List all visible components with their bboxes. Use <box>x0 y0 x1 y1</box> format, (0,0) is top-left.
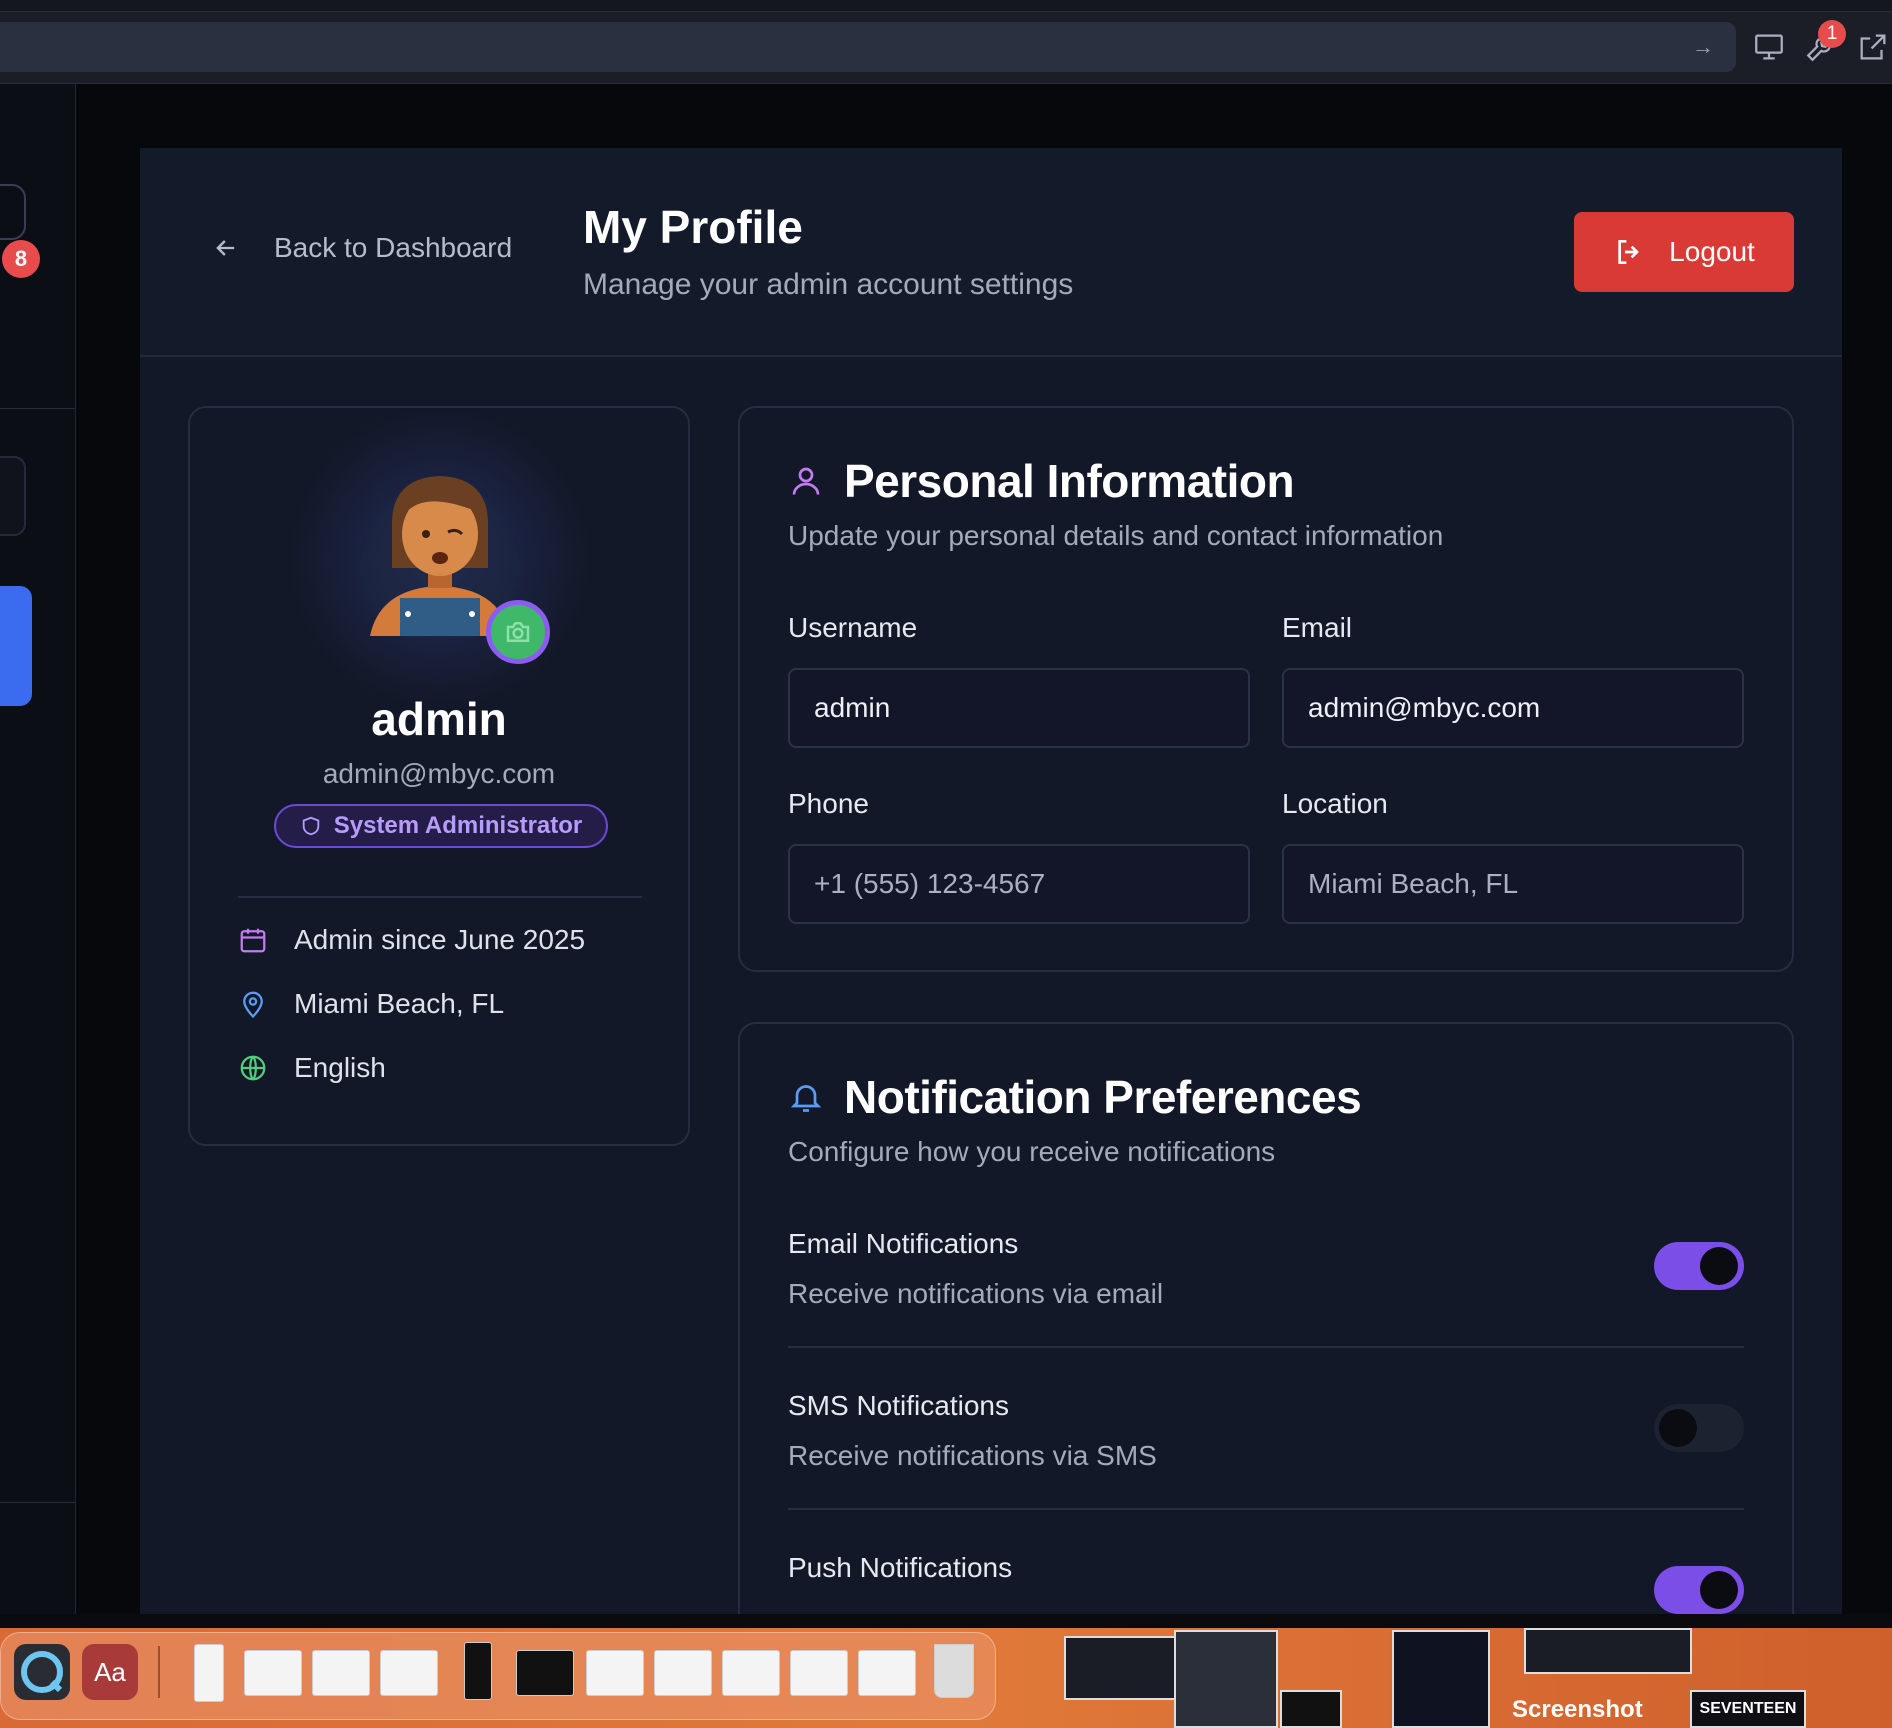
screenshot-file-label[interactable]: Screenshot <box>1512 1696 1643 1724</box>
role-badge: System Administrator <box>274 804 608 848</box>
preview-window-icon[interactable] <box>516 1650 574 1696</box>
document-preview-icon[interactable] <box>586 1650 644 1696</box>
monitor-icon[interactable] <box>1752 30 1786 64</box>
folder-thumbnail-icon[interactable] <box>244 1650 302 1696</box>
username-label: Username <box>788 612 918 643</box>
sms-notifications-toggle[interactable] <box>1654 1404 1744 1452</box>
profile-page: Back to Dashboard My Profile Manage your… <box>140 148 1842 1614</box>
sidebar-item-notifications[interactable] <box>0 184 26 240</box>
sidebar-divider <box>0 408 76 409</box>
back-to-dashboard-link[interactable]: Back to Dashboard <box>212 232 512 264</box>
sms-notifications-title: SMS Notifications <box>788 1390 1009 1421</box>
folder-thumbnail-icon[interactable] <box>312 1650 370 1696</box>
page-subtitle: Manage your admin account settings <box>583 268 1074 301</box>
profile-name: admin <box>371 693 507 745</box>
personal-info-card: Personal Information Update your persona… <box>738 406 1794 972</box>
external-link-icon[interactable] <box>1856 30 1890 64</box>
desktop-screenshot-thumbnail[interactable] <box>1280 1690 1342 1728</box>
shield-icon <box>302 816 319 836</box>
language-text: English <box>294 1052 386 1083</box>
location-row: Miami Beach, FL <box>238 988 504 1020</box>
email-notifications-toggle[interactable] <box>1654 1242 1744 1290</box>
desktop-screenshot-thumbnail[interactable] <box>1064 1636 1184 1700</box>
desktop-screenshot-thumbnail[interactable]: SEVENTEEN <box>1690 1690 1806 1728</box>
email-input[interactable] <box>1282 668 1744 748</box>
notification-divider <box>788 1346 1744 1348</box>
desktop-screenshot-thumbnail[interactable] <box>1174 1630 1278 1728</box>
document-icon[interactable] <box>194 1644 224 1702</box>
camera-icon <box>506 622 530 642</box>
admin-since-row: Admin since June 2025 <box>238 924 585 956</box>
notification-title: Notification Preferences <box>844 1071 1362 1123</box>
document-preview-icon[interactable] <box>790 1650 848 1696</box>
sidebar-divider <box>0 1502 76 1503</box>
language-row: English <box>238 1052 386 1084</box>
profile-card: admin admin@mbyc.com System Administrato… <box>188 406 690 1146</box>
app-sidebar: 8 <box>0 84 76 1614</box>
phone-input[interactable] <box>788 844 1250 924</box>
globe-icon <box>240 1055 266 1081</box>
personal-info-header: Personal Information <box>788 454 1295 508</box>
arrow-right-icon[interactable]: → <box>1692 34 1714 60</box>
desktop-screenshot-thumbnail[interactable] <box>1392 1630 1490 1728</box>
phone-window-icon[interactable] <box>464 1642 492 1700</box>
notification-divider <box>788 1508 1744 1510</box>
logout-button[interactable]: Logout <box>1574 212 1794 292</box>
location-text: Miami Beach, FL <box>294 988 505 1019</box>
change-photo-button[interactable] <box>486 600 550 664</box>
sidebar-item-active[interactable] <box>0 586 32 706</box>
toggle-knob <box>1700 1247 1738 1285</box>
arrow-left-icon <box>216 240 235 256</box>
email-label: Email <box>1282 612 1353 643</box>
profile-email: admin@mbyc.com <box>322 758 556 789</box>
notification-subtitle: Configure how you receive notifications <box>788 1136 1276 1167</box>
dictionary-icon[interactable]: Aa <box>82 1644 138 1700</box>
personal-info-title: Personal Information <box>844 455 1295 507</box>
browser-toolbar: → 1 <box>0 0 1892 84</box>
document-preview-icon[interactable] <box>654 1650 712 1696</box>
admin-since-text: Admin since June 2025 <box>294 924 586 955</box>
page-title: My Profile <box>583 201 803 253</box>
user-icon <box>792 467 820 495</box>
personal-info-subtitle: Update your personal details and contact… <box>788 520 1444 551</box>
map-pin-icon <box>243 991 263 1019</box>
sms-notifications-desc: Receive notifications via SMS <box>788 1440 1157 1471</box>
calendar-icon <box>240 928 266 953</box>
quicktime-icon[interactable] <box>14 1644 70 1700</box>
toggle-knob <box>1700 1571 1738 1609</box>
browser-window-icon[interactable] <box>858 1650 916 1696</box>
desktop-screenshot-thumbnail[interactable] <box>1524 1628 1692 1674</box>
notification-header: Notification Preferences <box>788 1070 1362 1124</box>
location-label: Location <box>1282 788 1388 819</box>
email-notifications-desc: Receive notifications via email <box>788 1278 1164 1309</box>
phone-label: Phone <box>788 788 869 819</box>
trash-icon[interactable] <box>934 1644 974 1698</box>
email-notifications-title: Email Notifications <box>788 1228 1019 1259</box>
tab-strip <box>0 0 1892 12</box>
role-label: System Administrator <box>333 812 583 839</box>
profile-divider <box>238 896 642 898</box>
notification-preferences-card: Notification Preferences Configure how y… <box>738 1022 1794 1614</box>
sidebar-item[interactable] <box>0 456 26 536</box>
username-input[interactable] <box>788 668 1250 748</box>
document-preview-icon[interactable] <box>722 1650 780 1696</box>
logout-icon <box>1618 240 1640 264</box>
folder-thumbnail-icon[interactable] <box>380 1650 438 1696</box>
page-header: Back to Dashboard My Profile Manage your… <box>140 148 1842 357</box>
push-notifications-toggle[interactable] <box>1654 1566 1744 1614</box>
toggle-knob <box>1659 1409 1697 1447</box>
address-bar[interactable]: → <box>0 22 1736 72</box>
window-bottom-edge <box>0 1614 1892 1628</box>
bell-icon <box>790 1085 822 1112</box>
dock-separator <box>158 1646 160 1698</box>
logout-label: Logout <box>1669 236 1755 267</box>
notification-badge: 8 <box>2 240 40 278</box>
quicktime-glyph <box>21 1651 63 1693</box>
location-input[interactable] <box>1282 844 1744 924</box>
extension-badge: 1 <box>1818 20 1846 48</box>
back-label: Back to Dashboard <box>274 232 513 263</box>
push-notifications-title: Push Notifications <box>788 1552 1013 1583</box>
